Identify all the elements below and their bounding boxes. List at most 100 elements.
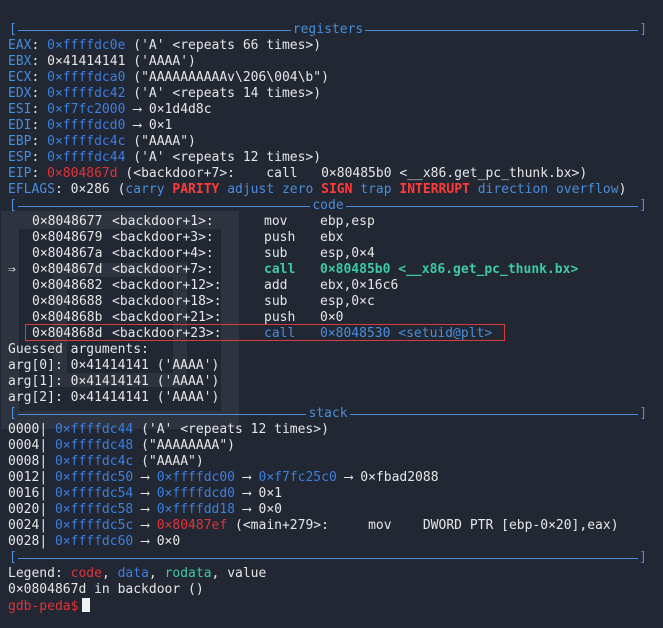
flag-space bbox=[274, 182, 282, 197]
stack-row: 0000| 0×ffffdc44 ('A' <repeats 12 times>… bbox=[8, 422, 329, 438]
register-name: EAX bbox=[8, 38, 32, 53]
code-line[interactable]: ⇒ 0×804867d <backdoor+7>: call 0×80485b0 <__… bbox=[8, 262, 578, 278]
chain-value: 0×80487ef bbox=[156, 518, 228, 533]
register-detail: ('AAAA') bbox=[125, 54, 196, 69]
register-colon: : bbox=[31, 150, 48, 165]
chain-value: 0×ffffdd18 bbox=[156, 502, 236, 517]
separator-registers: [ registers ] bbox=[9, 22, 648, 37]
chain-value: 0×f7fc25c0 bbox=[258, 470, 337, 485]
section-title-registers: registers bbox=[292, 22, 364, 37]
instruction-address: 0×8048677 bbox=[32, 214, 103, 229]
flag-space bbox=[219, 182, 227, 197]
instruction-mnemonic: push bbox=[264, 230, 296, 245]
register-name: EBX bbox=[8, 54, 32, 69]
register-row: EDX: 0×ffffdc42 ('A' <repeats 14 times>) bbox=[8, 86, 321, 102]
stack-address: 0×ffffdc50 bbox=[54, 470, 134, 485]
chain-arrow: ⟶ bbox=[133, 486, 157, 501]
chain-arrow: ⟶ bbox=[133, 534, 157, 549]
register-name: ECX bbox=[8, 70, 32, 85]
instruction-address: 0×8048679 bbox=[32, 230, 103, 245]
instruction-address: 0×804867a bbox=[32, 246, 103, 261]
stack-address: 0×ffffdc60 bbox=[54, 534, 134, 549]
legend-prefix: Legend: bbox=[8, 566, 71, 581]
legend-data: data bbox=[117, 566, 149, 581]
code-line[interactable]: 0×8048682 <backdoor+12>: add ebx,0×16c6 bbox=[8, 278, 398, 294]
stack-sep: | bbox=[39, 534, 55, 549]
instruction-symbol: <backdoor+4>: bbox=[112, 246, 214, 261]
guessed-argument: arg[2]: 0×41414141 ('AAAA') bbox=[8, 390, 220, 405]
register-name: EBP bbox=[8, 134, 32, 149]
register-row: ESP: 0×ffffdc44 ('A' <repeats 12 times>) bbox=[8, 150, 321, 166]
register-row: ECX: 0×ffffdca0 ("AAAAAAAAAAv\206\004\b"… bbox=[8, 70, 329, 86]
text-cursor[interactable] bbox=[82, 598, 91, 612]
stack-offset: 0004 bbox=[8, 438, 40, 453]
register-colon: : bbox=[31, 102, 48, 117]
stack-address: 0×ffffdc54 bbox=[54, 486, 134, 501]
register-colon: : bbox=[31, 86, 48, 101]
separator-end: [] bbox=[9, 550, 647, 565]
instruction-symbol: <backdoor+1>: bbox=[112, 214, 214, 229]
instruction-mnemonic: mov bbox=[264, 214, 288, 229]
register-value: 0×ffffdc44 bbox=[47, 150, 126, 165]
separator-code: [ code ] bbox=[9, 198, 647, 213]
instruction-mnemonic: sub bbox=[264, 294, 288, 309]
guessed-argument: arg[1]: 0×41414141 ('AAAA') bbox=[8, 374, 220, 389]
register-detail: ⟶ 0×1 bbox=[125, 118, 173, 133]
stack-address: 0×ffffdc5c bbox=[54, 518, 134, 533]
terminal-window[interactable]: [ registers ] EAX: 0×ffffdc0e ('A' <repe… bbox=[0, 0, 663, 628]
instruction-operands: ebx bbox=[320, 230, 344, 245]
flag-space bbox=[548, 182, 556, 197]
eflags-open: ( bbox=[109, 182, 126, 197]
instruction-operands: 0×0 bbox=[320, 310, 344, 325]
register-value: 0×ffffdc42 bbox=[47, 86, 126, 101]
separator-stack: [ stack ] bbox=[9, 406, 648, 421]
register-row: EBP: 0×ffffdc4c ("AAAA") bbox=[8, 134, 196, 150]
stack-sep: | bbox=[39, 486, 55, 501]
flag-trap: trap bbox=[360, 182, 392, 197]
register-detail: ("AAAA") bbox=[125, 134, 196, 149]
stack-offset: 0012 bbox=[8, 470, 40, 485]
chain-arrow: ⟶ bbox=[336, 470, 361, 485]
register-detail: ('A' <repeats 66 times>) bbox=[125, 38, 322, 53]
register-value: 0×f7fc2000 bbox=[47, 102, 126, 117]
flag-parity: PARITY bbox=[172, 182, 220, 197]
stack-sep: | bbox=[39, 470, 55, 485]
register-row: EDI: 0×ffffdcd0 ⟶ 0×1 bbox=[8, 118, 172, 134]
stack-sep: | bbox=[39, 502, 55, 517]
instruction-symbol: <backdoor+18>: bbox=[112, 294, 222, 309]
chain-arrow: ⟶ bbox=[235, 486, 259, 501]
stack-detail: ("AAAA") bbox=[133, 454, 204, 469]
guessed-argument: arg[0]: 0×41414141 ('AAAA') bbox=[8, 358, 220, 373]
code-line[interactable]: 0×804867a <backdoor+4>: sub esp,0×4 bbox=[8, 246, 375, 262]
code-line[interactable]: 0×8048677 <backdoor+1>: mov ebp,esp bbox=[8, 214, 375, 230]
chain-value: 0×ffffdc00 bbox=[156, 470, 236, 485]
register-colon: : bbox=[31, 118, 48, 133]
register-value: 0×41414141 bbox=[47, 54, 126, 69]
register-row: EBX: 0×41414141 ('AAAA') bbox=[8, 54, 196, 70]
register-colon: : bbox=[31, 70, 48, 85]
instruction-address: 0×8048682 bbox=[32, 278, 103, 293]
register-colon: : bbox=[31, 54, 48, 69]
eflags-close: ) bbox=[618, 182, 627, 197]
register-colon: : bbox=[31, 166, 48, 181]
register-value: 0×ffffdc4c bbox=[47, 134, 126, 149]
stack-row: 0012| 0×ffffdc50 ⟶ 0×ffffdc00 ⟶ 0×f7fc25… bbox=[8, 470, 439, 486]
code-line[interactable]: 0×8048688 <backdoor+18>: sub esp,0×c bbox=[8, 294, 375, 310]
chain-value: 0×1 bbox=[258, 486, 282, 501]
register-name: EDX bbox=[8, 86, 32, 101]
register-row: EAX: 0×ffffdc0e ('A' <repeats 66 times>) bbox=[8, 38, 321, 54]
instruction-mnemonic: sub bbox=[264, 246, 288, 261]
instruction-mnemonic: call bbox=[264, 262, 296, 277]
register-detail: ⟶ 0×1d4d8c bbox=[125, 102, 212, 117]
guessed-arguments-title: Guessed arguments: bbox=[8, 342, 149, 357]
gdb-prompt: gdb-peda$ bbox=[8, 599, 79, 614]
legend-code: code bbox=[70, 566, 102, 581]
flag-space bbox=[313, 182, 321, 197]
prompt-line[interactable]: gdb-peda$ bbox=[8, 598, 91, 614]
register-name: ESI bbox=[8, 102, 32, 117]
stack-sep: | bbox=[39, 438, 55, 453]
flag-direction: direction bbox=[477, 182, 549, 197]
stack-detail: ("AAAAAAAA") bbox=[133, 438, 235, 453]
instruction-address: 0×8048688 bbox=[32, 294, 103, 309]
code-line[interactable]: 0×8048679 <backdoor+3>: push ebx bbox=[8, 230, 343, 246]
